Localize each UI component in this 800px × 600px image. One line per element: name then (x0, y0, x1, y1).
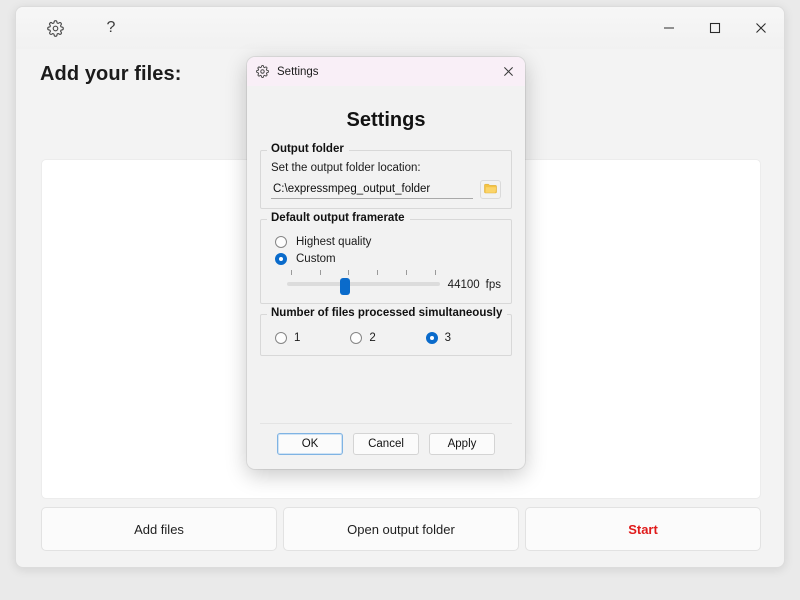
radio-indicator-selected (275, 253, 287, 265)
cancel-label: Cancel (368, 438, 404, 450)
window-titlebar: ? (16, 7, 784, 49)
simultaneous-option-3[interactable]: 3 (425, 332, 501, 344)
simultaneous-option-1[interactable]: 1 (275, 332, 350, 344)
minimize-button[interactable] (646, 7, 692, 49)
output-folder-field-label: Set the output folder location: (271, 162, 421, 174)
simultaneous-files-options: 1 2 3 (275, 332, 501, 344)
cancel-button[interactable]: Cancel (353, 433, 419, 455)
output-folder-legend: Output folder (267, 143, 349, 155)
framerate-slider[interactable] (287, 270, 440, 295)
help-button[interactable]: ? (98, 15, 124, 41)
folder-icon (484, 181, 497, 199)
dialog-titlebar: Settings (247, 57, 525, 86)
output-folder-group: Output folder Set the output folder loca… (260, 143, 512, 209)
add-files-button[interactable]: Add files (41, 507, 277, 551)
radio-indicator (275, 332, 287, 344)
framerate-unit: fps (485, 279, 501, 291)
ok-button[interactable]: OK (277, 433, 343, 455)
simultaneous-files-legend: Number of files processed simultaneously (267, 307, 508, 319)
start-button[interactable]: Start (525, 507, 761, 551)
settings-gear-button[interactable] (42, 15, 68, 41)
start-label: Start (628, 521, 658, 537)
framerate-legend: Default output framerate (267, 212, 410, 224)
dialog-footer: OK Cancel Apply (260, 423, 512, 469)
framerate-option-label: Highest quality (296, 236, 372, 248)
ok-label: OK (301, 438, 319, 450)
window-controls (646, 7, 784, 49)
slider-thumb[interactable] (340, 278, 350, 295)
framerate-value: 44100 (447, 279, 480, 291)
apply-button[interactable]: Apply (429, 433, 495, 455)
radio-indicator (350, 332, 363, 344)
open-output-folder-button[interactable]: Open output folder (283, 507, 519, 551)
slider-ticks (287, 270, 440, 277)
simultaneous-option-label: 1 (294, 332, 301, 344)
radio-indicator (275, 236, 287, 248)
simultaneous-option-label: 3 (444, 332, 452, 344)
titlebar-left-tools: ? (16, 15, 124, 41)
output-folder-path-row (271, 180, 501, 199)
simultaneous-option-2[interactable]: 2 (350, 332, 425, 344)
maximize-button[interactable] (692, 7, 738, 49)
dialog-title-text: Settings (277, 65, 319, 78)
apply-label: Apply (447, 438, 477, 450)
simultaneous-files-group: Number of files processed simultaneously… (260, 307, 512, 356)
dialog-heading: Settings (346, 109, 426, 131)
settings-dialog: Settings Settings Output folder Set the … (247, 57, 525, 469)
framerate-option-highest-quality[interactable]: Highest quality (275, 236, 501, 248)
framerate-slider-row: 44100 fps (287, 270, 501, 295)
dialog-close-button[interactable] (491, 57, 525, 86)
add-files-label: Add files (134, 521, 184, 537)
framerate-group: Default output framerate Highest quality… (260, 212, 512, 304)
page-title: Add your files: (40, 62, 182, 85)
radio-indicator-selected (425, 332, 438, 344)
bottom-action-bar: Add files Open output folder Start (41, 507, 761, 551)
desktop-background: ? Add your files: Add files Open output … (0, 0, 800, 600)
browse-folder-button[interactable] (480, 180, 501, 199)
gear-icon (46, 19, 64, 37)
slider-track (287, 282, 440, 286)
dialog-body: Settings Output folder Set the output fo… (247, 86, 525, 421)
gear-icon (256, 65, 269, 78)
question-mark-icon: ? (106, 19, 116, 36)
close-button[interactable] (738, 7, 784, 49)
framerate-value-readout: 44100 fps (448, 279, 501, 292)
open-output-folder-label: Open output folder (347, 521, 455, 537)
simultaneous-option-label: 2 (369, 332, 376, 344)
framerate-option-custom[interactable]: Custom (275, 253, 501, 265)
framerate-option-label: Custom (296, 253, 336, 265)
output-folder-path-input[interactable] (271, 180, 473, 199)
